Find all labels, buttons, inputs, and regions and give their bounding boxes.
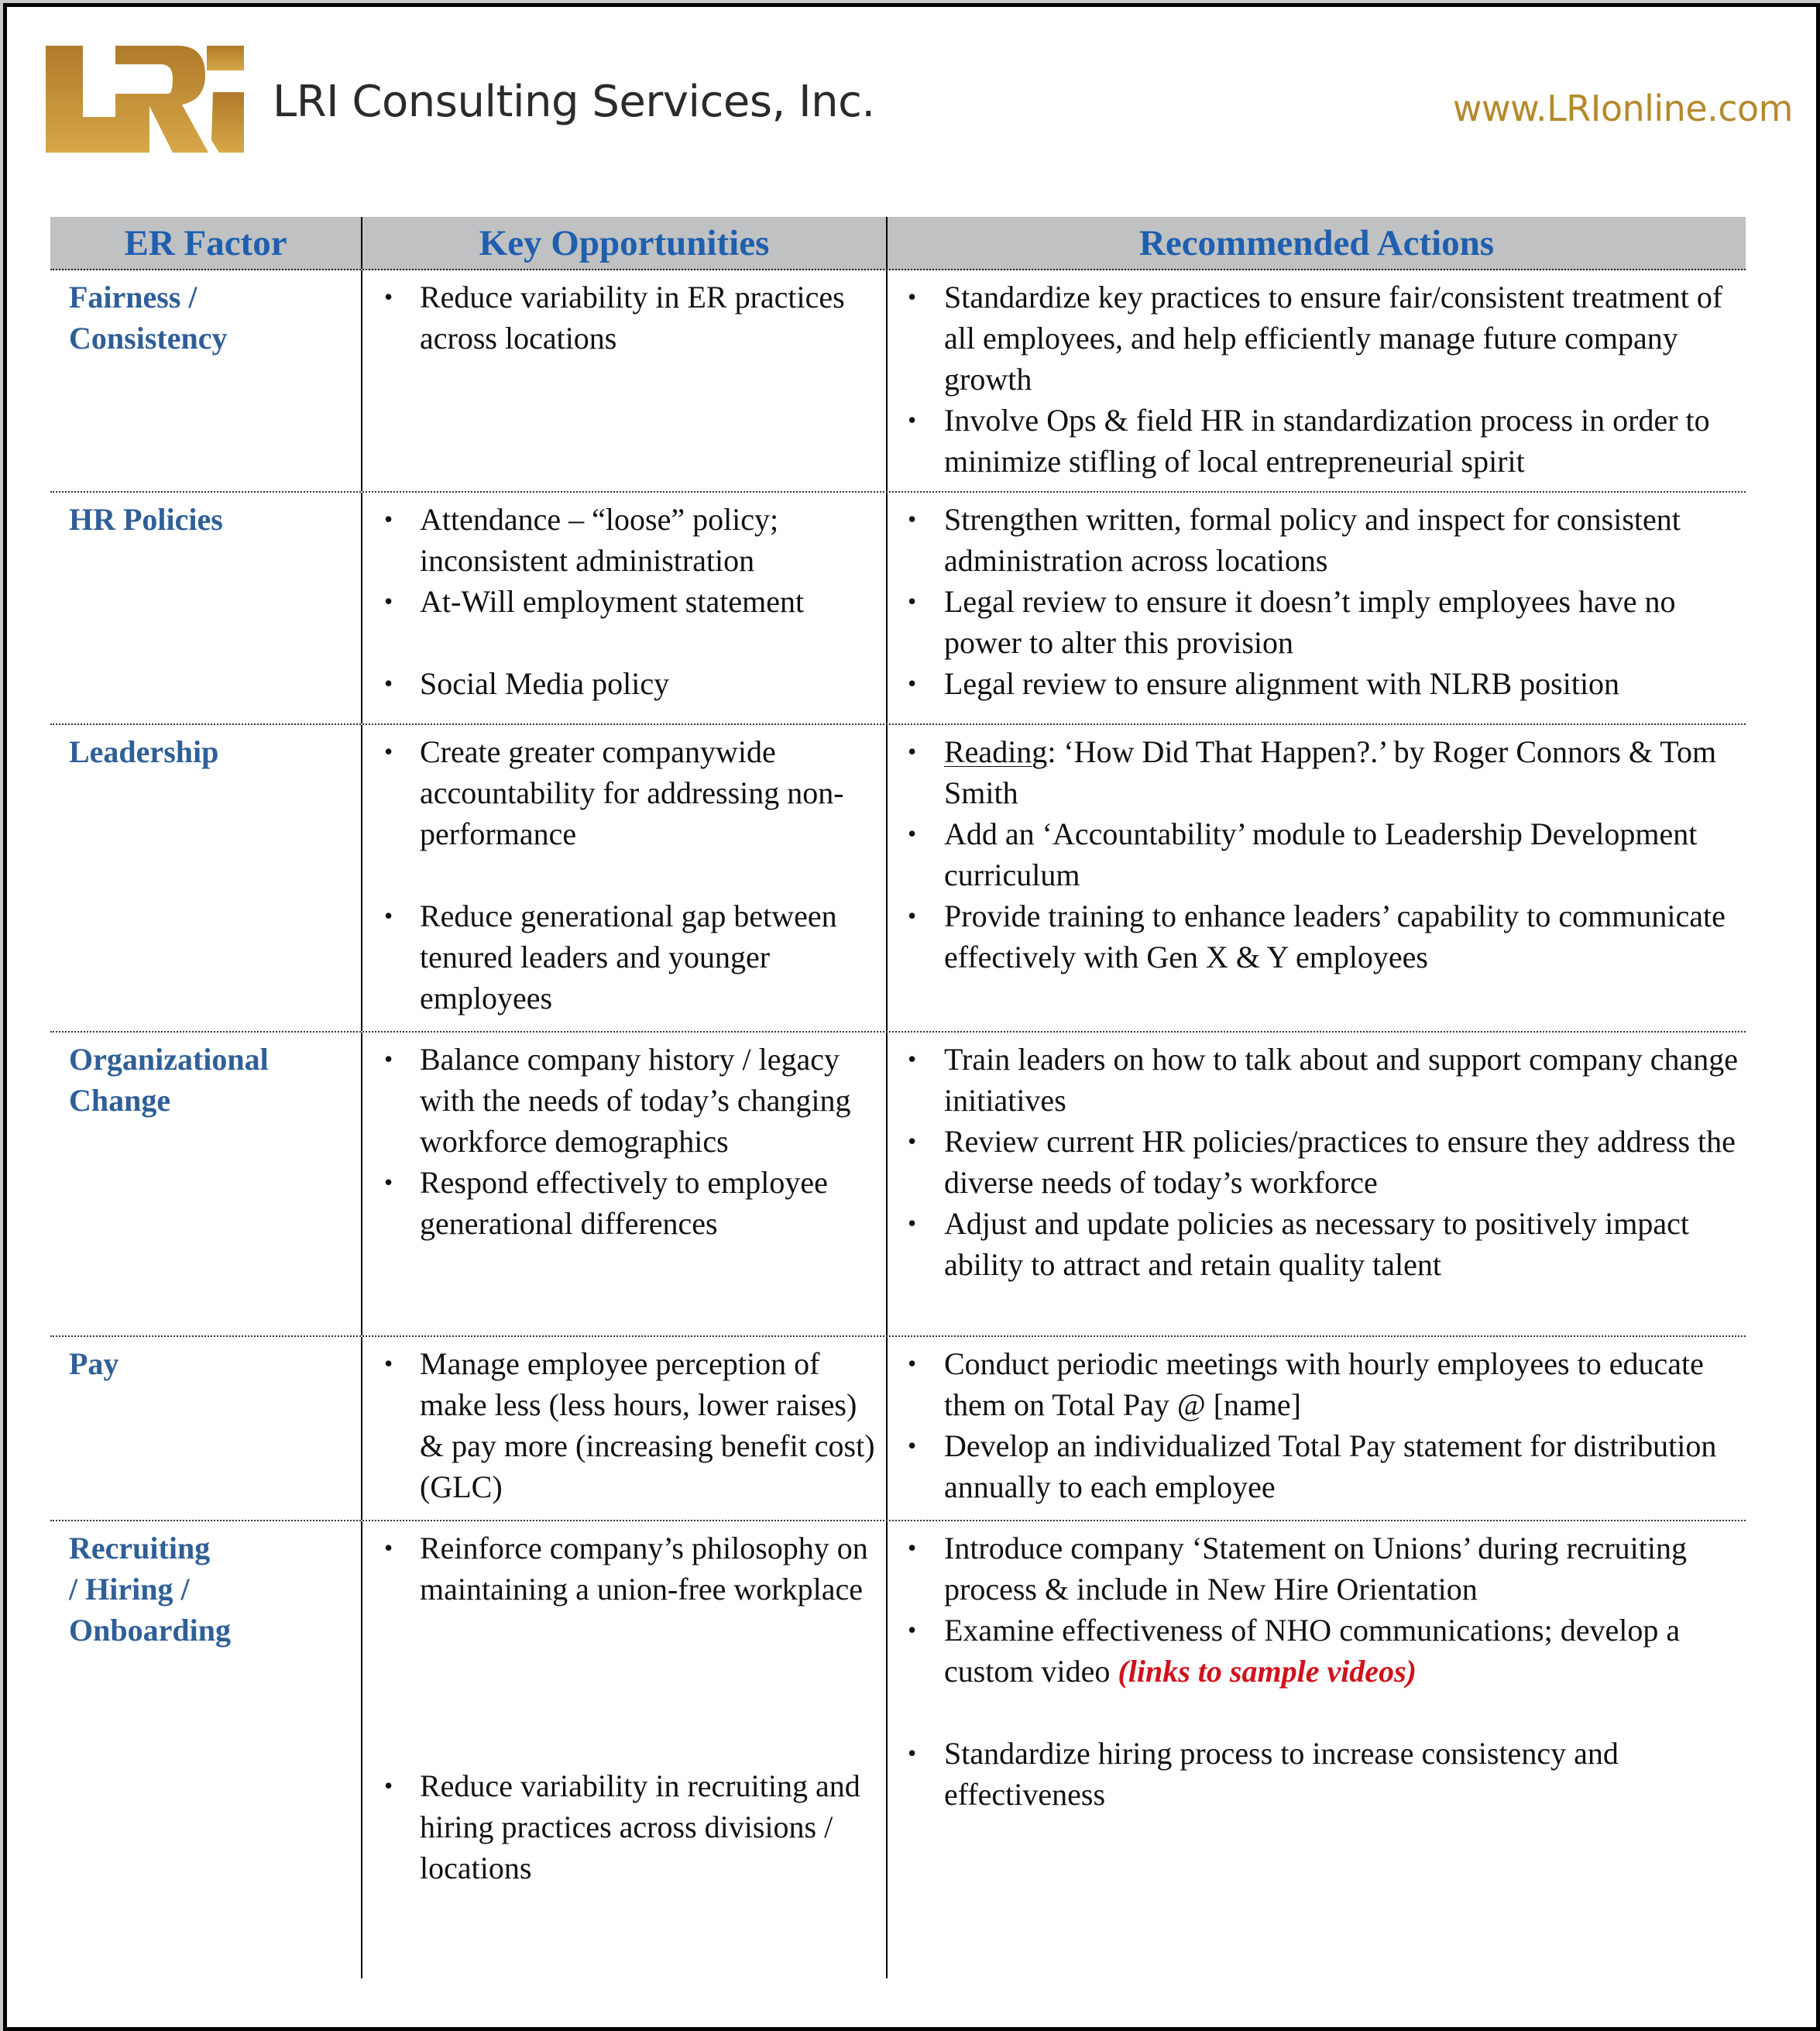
- table-row: Organizational Change • Balance company hi…: [50, 1033, 1746, 1337]
- list-item: • Reduce variability in recruiting and hi…: [362, 1765, 886, 1888]
- bullet-icon: •: [384, 1534, 393, 1562]
- bullet-icon: •: [908, 587, 917, 615]
- bullet-icon: •: [908, 1534, 917, 1562]
- list-item: • Reinforce company’s philosophy on maint…: [362, 1528, 886, 1610]
- bullet-icon: •: [908, 283, 917, 311]
- er-factor-label: Fairness / Consistency: [50, 270, 362, 491]
- bullet-icon: •: [908, 1431, 917, 1459]
- bullet-icon: •: [384, 1772, 393, 1800]
- bullet-icon: •: [908, 1616, 917, 1644]
- list-item: • Conduct periodic meetings with hourly e…: [888, 1343, 1746, 1425]
- recommended-actions-cell: • Conduct periodic meetings with hourly e…: [888, 1337, 1746, 1520]
- list-item: • Involve Ops & field HR in standardizati…: [888, 400, 1746, 482]
- list-item: • Attendance – “loose” policy; inconsiste…: [362, 499, 886, 581]
- list-item: • Social Media policy: [362, 663, 886, 704]
- bullet-icon: •: [384, 737, 393, 765]
- lri-logo-icon: [46, 46, 244, 153]
- table-row: Recruiting / Hiring / Onboarding • Reinfor…: [50, 1521, 1746, 1978]
- list-item: • Reduce generational gap between tenured…: [362, 895, 886, 1019]
- key-opportunities-cell: • Reinforce company’s philosophy on maint…: [362, 1521, 888, 1978]
- column-header-er-factor: ER Factor: [50, 217, 362, 269]
- bullet-icon: •: [384, 1045, 393, 1073]
- bullet-icon: •: [384, 1168, 393, 1196]
- list-item: • Reduce variability in ER practices acro…: [362, 277, 886, 359]
- list-item: • Train leaders on how to talk about and …: [888, 1039, 1746, 1121]
- list-item: • At-Will employment statement: [362, 581, 886, 622]
- list-item: • Develop an individualized Total Pay sta…: [888, 1425, 1746, 1507]
- bullet-icon: •: [384, 1349, 393, 1377]
- bullet-icon: •: [384, 283, 393, 311]
- bullet-icon: •: [384, 902, 393, 930]
- list-item: • Adjust and update policies as necessary…: [888, 1203, 1746, 1285]
- bullet-icon: •: [908, 1739, 917, 1767]
- key-opportunities-cell: • Balance company history / legacy with t…: [362, 1033, 888, 1335]
- list-item: • Reading: ‘How Did That Happen?.’ by Rog…: [888, 731, 1746, 813]
- sample-videos-link[interactable]: (links to sample videos): [1118, 1654, 1417, 1689]
- bullet-icon: •: [908, 669, 917, 697]
- bullet-icon: •: [908, 820, 917, 847]
- key-opportunities-cell: • Attendance – “loose” policy; inconsiste…: [362, 493, 888, 723]
- recommended-actions-cell: • Introduce company ‘Statement on Unions’…: [888, 1521, 1746, 1978]
- bullet-icon: •: [908, 737, 917, 765]
- list-item: • Standardize hiring process to increase …: [888, 1733, 1746, 1815]
- bullet-icon: •: [908, 1349, 917, 1377]
- list-item: • Create greater companywide accountabili…: [362, 731, 886, 854]
- table-row: Pay • Manage employee perception of make l…: [50, 1337, 1746, 1521]
- recommended-actions-cell: • Reading: ‘How Did That Happen?.’ by Rog…: [888, 725, 1746, 1031]
- er-factor-label: Organizational Change: [50, 1033, 362, 1335]
- bullet-icon: •: [908, 505, 917, 533]
- website-link[interactable]: www.LRIonline.com: [1453, 91, 1794, 126]
- er-factor-label: Pay: [50, 1337, 362, 1520]
- key-opportunities-cell: • Reduce variability in ER practices acro…: [362, 270, 888, 491]
- list-item: • Manage employee perception of make less…: [362, 1343, 886, 1507]
- er-factor-label: HR Policies: [50, 493, 362, 723]
- table-row: Fairness / Consistency • Reduce variabilit…: [50, 270, 1746, 493]
- recommended-actions-cell: • Strengthen written, formal policy and i…: [888, 493, 1746, 723]
- key-opportunities-cell: • Create greater companywide accountabili…: [362, 725, 888, 1031]
- list-item: • Strengthen written, formal policy and i…: [888, 499, 1746, 581]
- list-item: • Respond effectively to employee generat…: [362, 1162, 886, 1244]
- list-item: • Standardize key practices to ensure fai…: [888, 277, 1746, 400]
- bullet-icon: •: [908, 1045, 917, 1073]
- table-row: Leadership • Create greater companywide ac…: [50, 725, 1746, 1033]
- list-item: • Provide training to enhance leaders’ ca…: [888, 895, 1746, 978]
- column-header-recommended-actions: Recommended Actions: [1138, 222, 1495, 263]
- page-frame: LRI Consulting Services, Inc. www.LRIonl…: [3, 3, 1820, 2031]
- list-item: • Introduce company ‘Statement on Unions’…: [888, 1528, 1746, 1610]
- bullet-icon: •: [908, 1209, 917, 1237]
- list-item: • Review current HR policies/practices to…: [888, 1121, 1746, 1203]
- er-factor-label: Leadership: [50, 725, 362, 1031]
- table-header-row: ER Factor Key Opportunities Recommended …: [50, 217, 1746, 270]
- bullet-icon: •: [384, 505, 393, 533]
- reading-label: Reading: [944, 734, 1048, 769]
- list-item: • Legal review to ensure alignment with N…: [888, 663, 1746, 704]
- bullet-icon: •: [384, 587, 393, 615]
- recommended-actions-cell: • Train leaders on how to talk about and …: [888, 1033, 1746, 1335]
- list-item: • Examine effectiveness of NHO communicat…: [888, 1610, 1746, 1692]
- bullet-icon: •: [908, 902, 917, 930]
- list-item: • Legal review to ensure it doesn’t imply…: [888, 581, 1746, 663]
- company-name: LRI Consulting Services, Inc.: [273, 77, 875, 127]
- bullet-icon: •: [908, 406, 917, 434]
- key-opportunities-cell: • Manage employee perception of make less…: [362, 1337, 888, 1520]
- er-factor-table: ER Factor Key Opportunities Recommended …: [50, 217, 1746, 1978]
- bullet-icon: •: [384, 669, 393, 697]
- column-header-key-opportunities: Key Opportunities: [362, 217, 888, 269]
- bullet-icon: •: [908, 1127, 917, 1155]
- table-row: HR Policies • Attendance – “loose” policy;…: [50, 493, 1746, 725]
- recommended-actions-cell: • Standardize key practices to ensure fai…: [888, 270, 1746, 491]
- er-factor-label: Recruiting / Hiring / Onboarding: [50, 1521, 362, 1978]
- list-item: • Balance company history / legacy with t…: [362, 1039, 886, 1162]
- list-item: • Add an ‘Accountability’ module to Leade…: [888, 813, 1746, 895]
